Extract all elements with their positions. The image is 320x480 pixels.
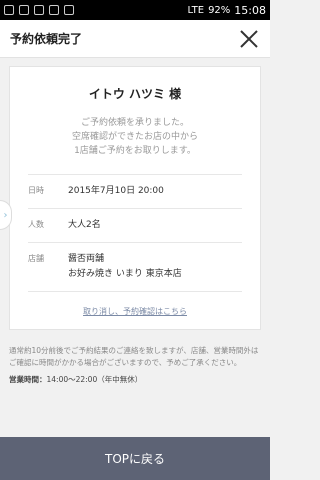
close-icon <box>240 29 258 48</box>
reservation-card: イトウ ハツミ 様 ご予約依頼を承りました。 空席確認ができたお店の中から 1店… <box>9 66 261 330</box>
status-icons-right: LTE 92% 15:08 <box>187 4 266 17</box>
chevron-right-icon: › <box>3 209 8 221</box>
message-line: 1店舗ご予約をお取りします。 <box>74 146 196 156</box>
info-value: 2015年7月10日 20:00 <box>68 186 164 196</box>
close-button[interactable] <box>238 28 260 50</box>
notification-icon <box>19 5 29 15</box>
notes-section: 通常約10分前後でご予約結果のご連絡を致しますが、店舗、営業時間外はご確認に時間… <box>9 345 261 386</box>
business-hours: 営業時間：14:00〜22:00（年中無休） <box>9 374 261 386</box>
notification-icon <box>4 5 14 15</box>
page-title: 予約依頼完了 <box>10 32 83 46</box>
hours-value: 14:00〜22:00（年中無休） <box>46 375 143 384</box>
notification-icon <box>49 5 59 15</box>
notification-icon <box>64 5 74 15</box>
clock: 15:08 <box>234 3 266 17</box>
network-label: LTE <box>187 4 205 16</box>
confirmation-message: ご予約依頼を承りました。 空席確認ができたお店の中から 1店舗ご予約をお取りしま… <box>10 116 260 158</box>
info-row-datetime: 日時 2015年7月10日 20:00 <box>28 175 242 209</box>
status-icons-left <box>4 5 74 15</box>
reservation-info: 日時 2015年7月10日 20:00 人数 大人2名 店舗 醤否両舗 お好み焼… <box>28 174 242 292</box>
info-label: 人数 <box>28 220 44 229</box>
info-label: 店舗 <box>28 254 44 263</box>
notes-text: 通常約10分前後でご予約結果のご連絡を致しますが、店舗、営業時間外はご確認に時間… <box>9 346 259 367</box>
message-line: 空席確認ができたお店の中から <box>71 132 198 142</box>
notification-icon <box>34 5 44 15</box>
hours-label: 営業時間： <box>9 375 47 384</box>
info-row-store: 店舗 醤否両舗 お好み焼き いまり 東京本店 <box>28 243 242 292</box>
store-line: お好み焼き いまり 東京本店 <box>68 269 182 279</box>
battery-level: 92% <box>208 4 231 16</box>
top-button[interactable]: TOPに戻る <box>0 437 270 480</box>
info-value: 大人2名 <box>68 220 101 230</box>
guest-name: イトウ ハツミ 様 <box>88 87 182 101</box>
info-label: 日時 <box>28 186 44 195</box>
header: 予約依頼完了 <box>0 20 270 58</box>
status-bar: LTE 92% 15:08 <box>0 0 270 20</box>
cancel-confirm-link[interactable]: 取り消し、予約確認はこちら <box>10 306 260 317</box>
message-line: ご予約依頼を承りました。 <box>80 118 189 128</box>
info-row-people: 人数 大人2名 <box>28 209 242 243</box>
info-value: 醤否両舗 お好み焼き いまり 東京本店 <box>68 252 182 282</box>
store-line: 醤否両舗 <box>68 254 105 264</box>
